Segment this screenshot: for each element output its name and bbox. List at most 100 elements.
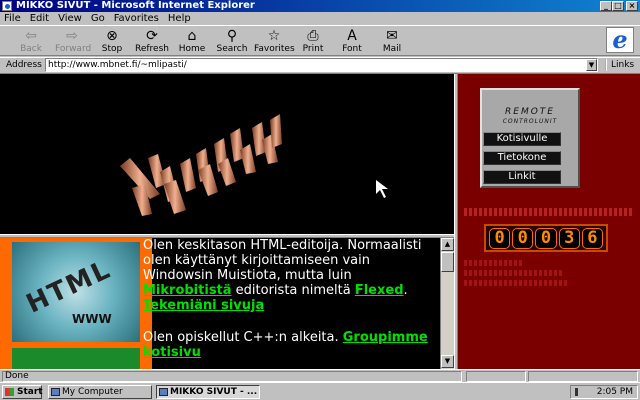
minimize-button[interactable]: _ <box>600 1 612 11</box>
task-label: MIKKO SIVUT - ... <box>170 387 258 397</box>
clock[interactable]: 2:05 PM <box>597 387 633 397</box>
back-label: Back <box>20 44 42 54</box>
html-image-word: HTML <box>21 254 117 320</box>
search-button[interactable]: ⚲ Search <box>215 28 249 55</box>
print-button[interactable]: ⎙ Print <box>296 28 330 55</box>
print-icon: ⎙ <box>307 28 319 44</box>
scroll-thumb[interactable] <box>441 252 454 272</box>
forward-arrow-icon: ⇨ <box>66 28 78 44</box>
navigation-frame: REMOTE CONTROLUNIT Kotisivulle Tietokone… <box>458 74 640 370</box>
nav-button-kotisivulle[interactable]: Kotisivulle <box>483 132 561 146</box>
counter-digit: 0 <box>512 228 534 249</box>
ie-app-icon[interactable] <box>2 1 12 11</box>
computer-icon <box>51 388 60 396</box>
forward-label: Forward <box>55 44 92 54</box>
link-tekemiani-sivuja[interactable]: Tekemiäni sivuja <box>143 298 264 313</box>
link-flexed[interactable]: Flexed <box>355 283 404 298</box>
back-arrow-icon: ⇦ <box>25 28 37 44</box>
window-title: MIKKO SIVUT - Microsoft Internet Explore… <box>16 0 255 11</box>
windows-logo-icon <box>5 388 14 396</box>
p1-text-b: editorista nimeltä <box>231 283 355 298</box>
search-label: Search <box>216 44 248 54</box>
menu-bar: File Edit View Go Favorites Help <box>0 12 640 25</box>
banner-frame <box>0 74 454 234</box>
search-icon: ⚲ <box>226 28 238 44</box>
menu-help[interactable]: Help <box>168 12 191 25</box>
favorites-button[interactable]: ☆ Favorites <box>254 28 295 55</box>
ie-logo-icon: e <box>606 27 634 53</box>
stop-label: Stop <box>101 44 123 54</box>
html-image-www: WWW <box>72 312 112 326</box>
refresh-button[interactable]: ⟳ Refresh <box>135 28 169 55</box>
home-label: Home <box>178 44 206 54</box>
status-cell-1 <box>466 371 526 382</box>
menu-file[interactable]: File <box>4 12 21 25</box>
back-button[interactable]: ⇦ Back <box>14 28 48 55</box>
scroll-up-icon[interactable]: ▲ <box>441 238 454 251</box>
window-controls: _ □ × <box>600 1 638 11</box>
html-image: HTML WWW <box>0 238 152 346</box>
p2-text-a: Olen opiskellut C++:n alkeita. <box>143 330 343 345</box>
forward-button[interactable]: ⇨ Forward <box>55 28 92 55</box>
address-url: http://www.mbnet.fi/~mlipasti/ <box>48 60 187 70</box>
home-button[interactable]: ⌂ Home <box>175 28 209 55</box>
small-red-text-2 <box>464 260 524 266</box>
address-input[interactable]: http://www.mbnet.fi/~mlipasti/ ▼ <box>45 58 598 72</box>
status-text: Done <box>2 371 462 382</box>
mail-button[interactable]: ✉ Mail <box>375 28 409 55</box>
task-my-computer[interactable]: My Computer <box>48 385 152 399</box>
links-button[interactable]: Links <box>605 59 634 71</box>
speaker-icon[interactable] <box>575 388 583 396</box>
task-mikko-sivut[interactable]: MIKKO SIVUT - ... <box>156 385 260 399</box>
menu-favorites[interactable]: Favorites <box>114 12 159 25</box>
status-cell-2 <box>528 371 638 382</box>
nav-button-tietokone[interactable]: Tietokone <box>483 151 561 165</box>
ie-task-icon <box>159 388 168 396</box>
p1-text-a: Olen keskitason HTML-editoija. Normaalis… <box>143 238 422 283</box>
counter-digit: 3 <box>558 228 580 249</box>
body-text: Olen keskitason HTML-editoija. Normaalis… <box>143 238 443 370</box>
mikko-3d-logo <box>120 114 388 216</box>
small-red-text-4 <box>464 280 568 286</box>
nav-button-linkit[interactable]: Linkit <box>483 170 561 184</box>
text-frame: HTML WWW Olen keskitason HTML-editoija. … <box>0 238 454 370</box>
stop-button[interactable]: ⊗ Stop <box>95 28 129 55</box>
menu-edit[interactable]: Edit <box>30 12 49 25</box>
menu-go[interactable]: Go <box>91 12 105 25</box>
page-content: HTML WWW Olen keskitason HTML-editoija. … <box>0 73 640 370</box>
system-tray: 2:05 PM <box>570 385 638 399</box>
mail-icon: ✉ <box>386 28 398 44</box>
paragraph-html: Olen keskitason HTML-editoija. Normaalis… <box>143 238 443 313</box>
start-button[interactable]: Start <box>2 385 43 399</box>
address-bar: Address http://www.mbnet.fi/~mlipasti/ ▼… <box>0 57 640 72</box>
status-bar: Done <box>0 369 640 382</box>
paragraph-cpp: Olen opiskellut C++:n alkeita. Groupimme… <box>143 330 443 360</box>
scroll-down-icon[interactable]: ▼ <box>441 355 454 368</box>
refresh-icon: ⟳ <box>146 28 158 44</box>
window-title-bar[interactable]: MIKKO SIVUT - Microsoft Internet Explore… <box>0 0 640 12</box>
favorites-label: Favorites <box>254 44 295 54</box>
mail-label: Mail <box>382 44 402 54</box>
home-icon: ⌂ <box>187 28 197 44</box>
task-label: My Computer <box>62 387 123 397</box>
start-label: Start <box>17 387 43 397</box>
favorites-icon: ☆ <box>267 28 281 44</box>
address-dropdown-icon[interactable]: ▼ <box>586 59 597 71</box>
p1-text-c: . <box>403 283 408 298</box>
link-mikrobitista[interactable]: Mikrobitistä <box>143 283 232 298</box>
font-button[interactable]: A Font <box>335 28 369 55</box>
toolbar: ⇦ Back ⇨ Forward ⊗ Stop ⟳ Refresh ⌂ Home… <box>0 25 640 56</box>
remote-title: REMOTE <box>505 107 555 117</box>
close-button[interactable]: × <box>626 1 638 11</box>
counter-digit: 0 <box>535 228 557 249</box>
refresh-label: Refresh <box>135 44 169 54</box>
small-red-text-3 <box>464 270 564 276</box>
print-label: Print <box>302 44 324 54</box>
menu-view[interactable]: View <box>58 12 82 25</box>
vertical-scrollbar[interactable]: ▲ ▼ <box>440 238 454 370</box>
counter-digit: 6 <box>581 228 604 249</box>
font-label: Font <box>342 44 362 54</box>
maximize-button[interactable]: □ <box>612 1 624 11</box>
stop-icon: ⊗ <box>106 28 118 44</box>
address-label: Address <box>6 60 42 70</box>
